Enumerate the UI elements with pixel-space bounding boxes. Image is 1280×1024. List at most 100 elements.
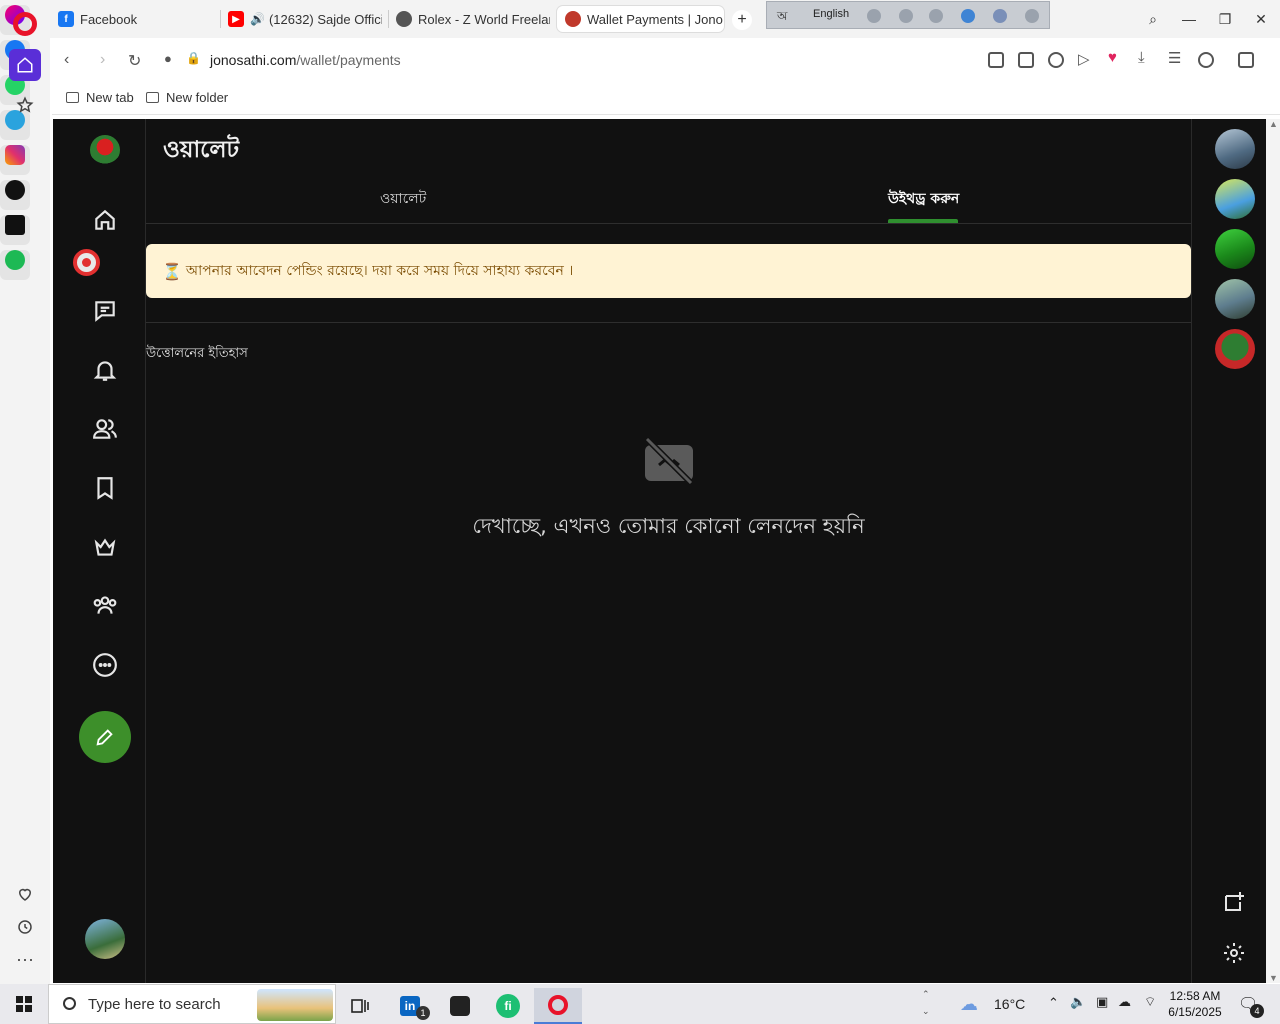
home-icon[interactable] <box>91 206 119 234</box>
weather-temperature[interactable]: 16°C <box>994 996 1025 1012</box>
notification-count-badge: 4 <box>1250 1004 1264 1018</box>
opera-home-icon[interactable] <box>9 49 41 81</box>
heart-icon[interactable]: ♥ <box>1108 49 1124 66</box>
tab-rolex[interactable]: Rolex - Z World Freelancin <box>388 6 550 32</box>
wallet-tabs: ওয়ালেট উইথড্র করুন <box>146 177 1191 224</box>
fiverr-icon: fi <box>496 994 520 1018</box>
close-window-button[interactable]: ✕ <box>1252 10 1270 28</box>
tab-youtube[interactable]: ▶ 🔊 (12632) Sajde Official <box>220 6 382 32</box>
scroll-up-icon[interactable]: ▲ <box>1269 119 1278 129</box>
contact-avatar[interactable] <box>1215 129 1255 169</box>
opera-icon <box>548 995 568 1015</box>
search-icon <box>63 997 76 1010</box>
crown-icon[interactable] <box>91 533 119 561</box>
fiverr-app[interactable]: fi <box>484 988 532 1024</box>
page-icon <box>66 92 79 103</box>
system-clock[interactable]: 12:58 AM 6/15/2025 <box>1160 988 1230 1020</box>
lang-bar-tool-icon[interactable] <box>867 9 881 23</box>
reload-icon[interactable]: ↻ <box>128 51 141 71</box>
x-twitter-icon[interactable] <box>0 215 30 245</box>
forward-icon[interactable]: › <box>100 51 105 69</box>
onedrive-icon[interactable]: ☁ <box>1118 994 1131 1010</box>
speaker-icon[interactable]: 🔊 <box>250 12 265 26</box>
profile-icon[interactable] <box>1198 52 1214 68</box>
send-icon[interactable]: ▷ <box>1078 50 1094 68</box>
tab-wallet[interactable]: ওয়ালেট <box>380 187 426 211</box>
tray-scroll-icon[interactable]: ⌃ ⌄ <box>922 986 930 1020</box>
lang-bar-tool-icon[interactable] <box>899 9 913 23</box>
scroll-down-icon[interactable]: ▼ <box>1269 973 1278 983</box>
url-field[interactable]: jonosathi.com/wallet/payments <box>210 52 401 68</box>
restore-button[interactable]: ❐ <box>1216 10 1234 28</box>
new-tab-button[interactable]: + <box>732 10 752 30</box>
contact-avatar[interactable] <box>1215 229 1255 269</box>
groups-icon[interactable] <box>91 591 119 619</box>
globe-icon <box>396 11 412 27</box>
clock-date: 6/15/2025 <box>1168 1005 1222 1019</box>
new-group-chat-icon[interactable] <box>1222 890 1246 914</box>
help-icon[interactable] <box>993 9 1007 23</box>
active-tab-indicator <box>888 219 958 223</box>
tab-facebook[interactable]: f Facebook <box>50 6 210 32</box>
contact-avatar[interactable] <box>1215 179 1255 219</box>
download-icon[interactable]: ⤓ <box>1138 49 1154 66</box>
settings-gear-icon[interactable] <box>1222 941 1246 965</box>
ime-icon[interactable]: অ <box>777 8 787 28</box>
user-avatar[interactable] <box>85 919 125 959</box>
weather-cloud-icon[interactable]: ☁ <box>960 994 978 1015</box>
vpn-app[interactable] <box>436 988 484 1024</box>
wifi-icon[interactable]: ⌔ <box>1144 994 1156 1010</box>
language-label[interactable]: English <box>813 8 849 20</box>
page-scrollbar[interactable]: ▲ ▼ <box>1266 119 1280 983</box>
star-icon[interactable] <box>9 89 41 121</box>
history-clock-icon[interactable] <box>9 911 41 943</box>
opera-app[interactable] <box>534 988 582 1024</box>
more-options-icon[interactable] <box>91 651 119 679</box>
bookmark-new-tab[interactable]: New tab <box>66 90 134 105</box>
spotify-icon[interactable] <box>0 250 30 280</box>
location-pin-icon[interactable]: ● <box>164 51 172 66</box>
linkedin-app[interactable]: in 1 <box>386 988 434 1024</box>
share-icon[interactable] <box>988 52 1004 68</box>
chat-icon[interactable] <box>91 297 119 325</box>
easy-setup-icon[interactable]: ☰ <box>1168 49 1184 67</box>
tab-withdraw[interactable]: উইথড্র করুন <box>888 187 959 211</box>
instagram-icon[interactable] <box>0 145 30 175</box>
taskbar-search[interactable]: Type here to search <box>48 984 336 1024</box>
more-dots-icon[interactable]: ··· <box>9 943 41 975</box>
jonosathi-logo[interactable] <box>90 135 120 165</box>
task-view-icon[interactable] <box>336 988 384 1024</box>
heart-icon[interactable] <box>9 878 41 910</box>
back-icon[interactable]: ‹ <box>64 51 69 69</box>
bookmark-icon[interactable] <box>91 474 119 502</box>
camera-icon[interactable] <box>1018 52 1034 68</box>
device-icon[interactable]: ▣ <box>1096 994 1108 1010</box>
info-icon[interactable] <box>1025 9 1039 23</box>
chevron-up-icon[interactable]: ⌃ <box>1048 995 1059 1011</box>
url-domain: jonosathi.com <box>210 52 297 68</box>
shield-icon[interactable] <box>1048 52 1064 68</box>
bookmark-new-folder[interactable]: New folder <box>146 90 228 105</box>
bookmark-label: New folder <box>166 90 229 105</box>
tab-wallet-payments[interactable]: Wallet Payments | Jono Sa <box>557 6 724 32</box>
gear-icon[interactable] <box>929 9 943 23</box>
contact-avatar[interactable] <box>1215 279 1255 319</box>
friends-icon[interactable] <box>91 415 119 443</box>
volume-icon[interactable]: 🔈 <box>1070 994 1086 1010</box>
minimize-button[interactable]: — <box>1180 10 1198 28</box>
language-bar[interactable]: অ English <box>766 1 1050 29</box>
opera-logo-icon[interactable] <box>13 12 37 36</box>
compose-post-button[interactable] <box>79 711 131 763</box>
withdraw-history-label: উত্তোলনের ইতিহাস <box>146 346 248 361</box>
tab-label: (12632) Sajde Official <box>268 11 382 27</box>
target-icon[interactable] <box>73 249 100 276</box>
ie-icon[interactable] <box>961 9 975 23</box>
folder-icon <box>146 92 159 103</box>
start-button[interactable] <box>0 984 48 1024</box>
contact-avatar[interactable] <box>1215 329 1255 369</box>
tiktok-icon[interactable] <box>0 180 30 210</box>
extensions-cube-icon[interactable] <box>1238 52 1254 68</box>
lock-icon[interactable]: 🔒 <box>186 51 201 65</box>
search-tabs-icon[interactable]: ⌕ <box>1144 10 1162 28</box>
bell-icon[interactable] <box>91 356 119 384</box>
